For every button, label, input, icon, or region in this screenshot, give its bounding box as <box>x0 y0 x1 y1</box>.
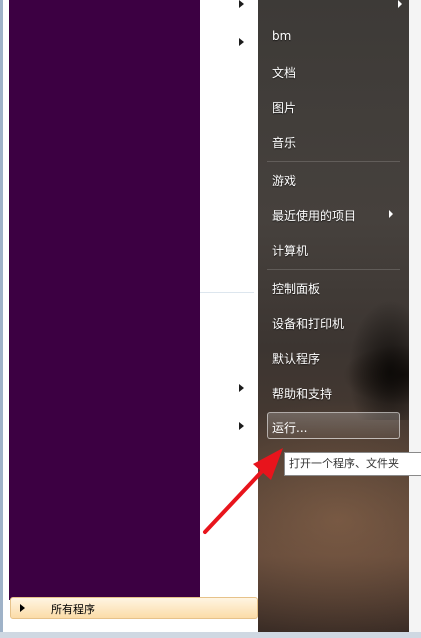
place-help-support[interactable]: 帮助和支持 <box>272 385 332 402</box>
chevron-right-icon <box>389 210 393 218</box>
places-separator <box>267 269 400 270</box>
all-programs-label: 所有程序 <box>51 603 95 616</box>
run-label: 运行... <box>272 421 308 435</box>
wallpaper-tree-silhouette <box>348 300 409 420</box>
recent-program-submenu-arrow-icon[interactable] <box>239 384 244 392</box>
place-documents[interactable]: 文档 <box>272 64 296 81</box>
start-menu-frame-right <box>409 0 421 632</box>
place-recent-items[interactable]: 最近使用的项目 <box>272 207 356 224</box>
place-computer[interactable]: 计算机 <box>272 242 308 259</box>
places-separator <box>267 161 400 162</box>
redacted-program-list <box>9 0 200 600</box>
triangle-right-icon <box>20 604 25 612</box>
programs-separator <box>200 292 254 293</box>
place-pictures[interactable]: 图片 <box>272 99 296 116</box>
recent-program-submenu-arrow-icon[interactable] <box>239 422 244 430</box>
place-devices-printers[interactable]: 设备和打印机 <box>272 315 344 332</box>
red-arrow-annotation-icon <box>203 448 283 534</box>
place-games[interactable]: 游戏 <box>272 172 296 189</box>
chevron-right-icon <box>398 0 402 8</box>
all-programs-button[interactable]: 所有程序 <box>10 597 258 619</box>
pinned-program-submenu-arrow-icon[interactable] <box>239 0 244 8</box>
pinned-program-submenu-arrow-icon[interactable] <box>239 38 244 46</box>
place-control-panel[interactable]: 控制面板 <box>272 280 320 297</box>
start-menu-frame-bottom <box>0 632 421 638</box>
place-music[interactable]: 音乐 <box>272 134 296 151</box>
run-button[interactable]: 运行... <box>267 412 400 439</box>
run-tooltip: 打开一个程序、文件夹 <box>284 452 421 476</box>
place-default-programs[interactable]: 默认程序 <box>272 350 320 367</box>
place-user-folder[interactable]: bm <box>272 29 291 43</box>
